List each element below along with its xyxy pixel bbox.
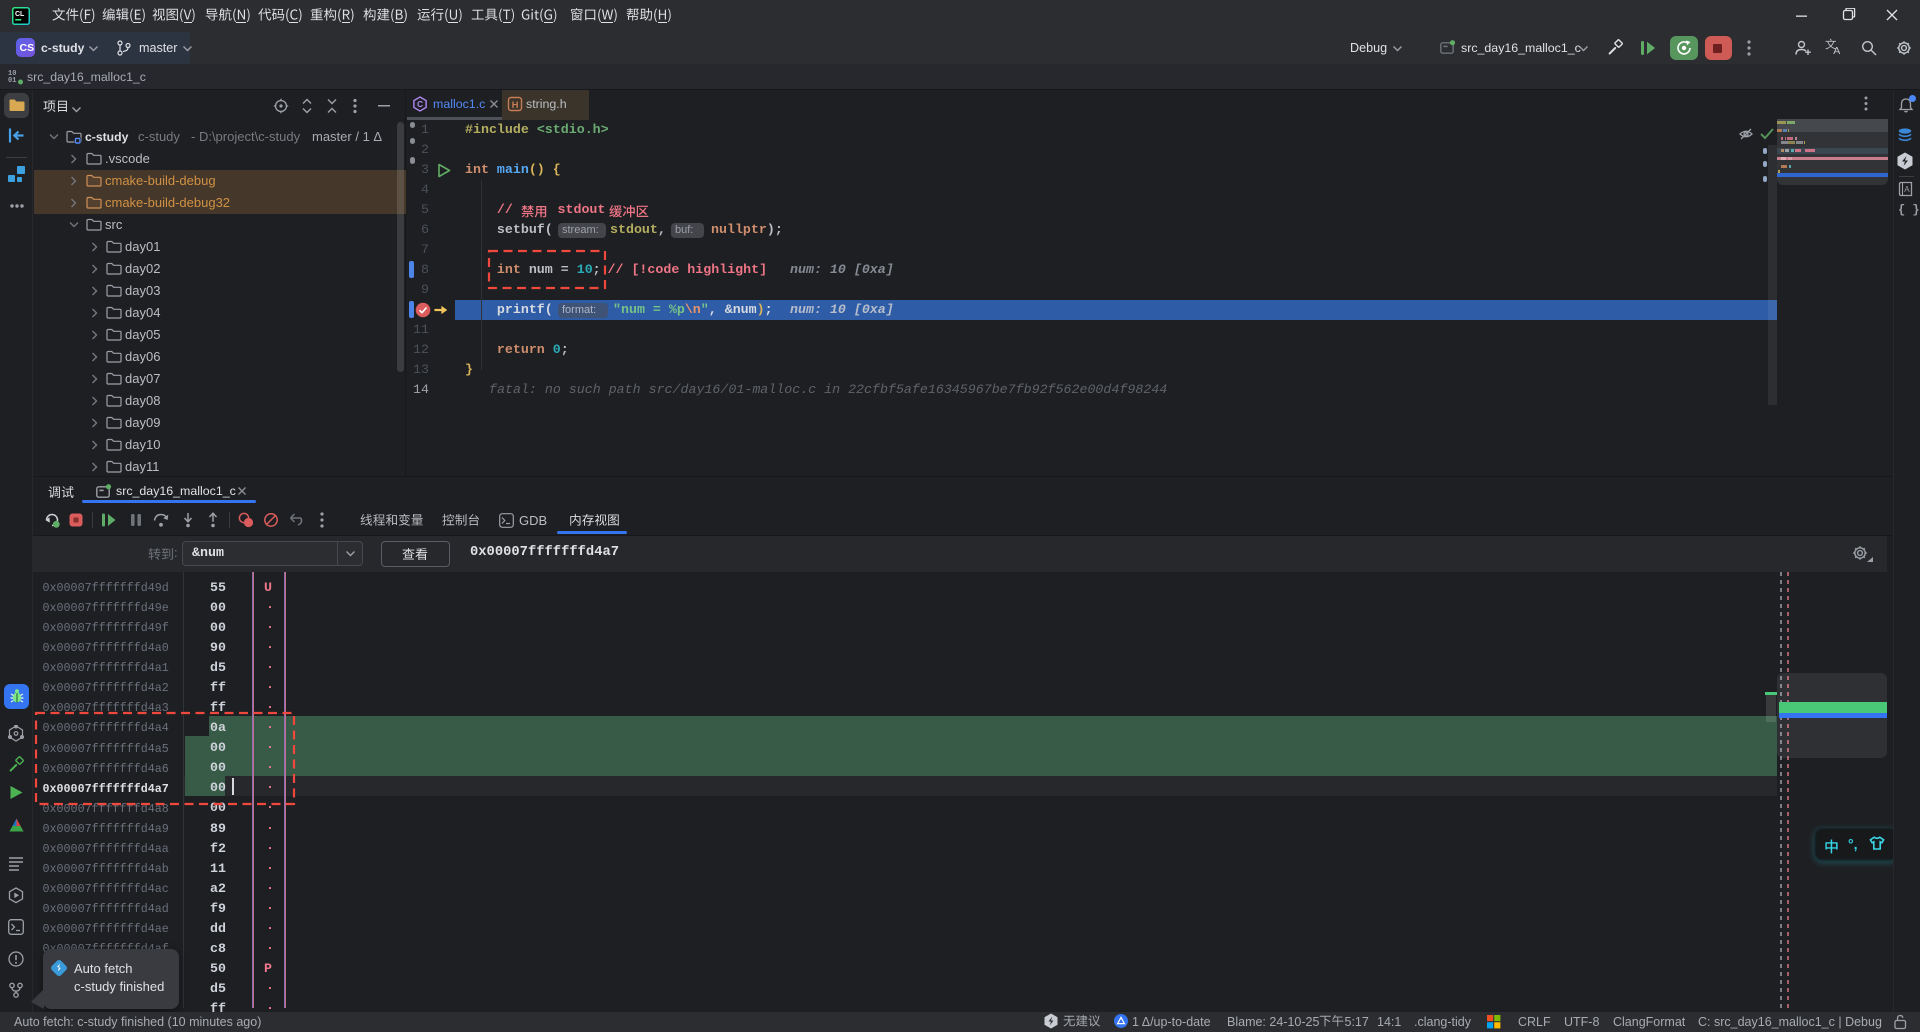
svg-text:C: C [417,99,423,109]
svg-text:H: H [512,100,519,111]
svg-text:CL: CL [15,11,25,18]
svg-text:A: A [1904,185,1910,194]
svg-text:01: 01 [8,77,16,85]
svg-text:A: A [1833,45,1840,57]
